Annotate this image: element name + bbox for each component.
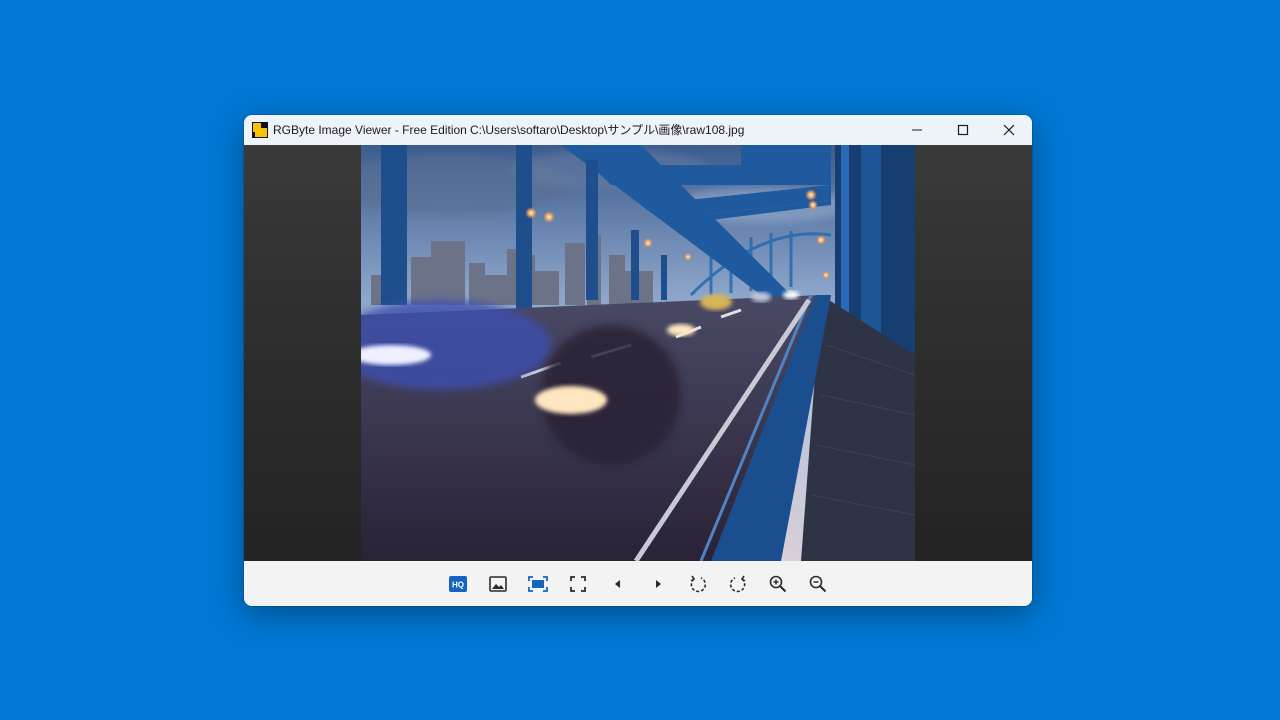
close-icon bbox=[1003, 124, 1015, 136]
maximize-button[interactable] bbox=[940, 115, 986, 145]
next-icon bbox=[656, 580, 661, 588]
rotate-left-button[interactable] bbox=[682, 568, 714, 600]
previous-icon bbox=[615, 580, 620, 588]
hq-icon: HQ bbox=[449, 576, 467, 592]
zoom-out-button[interactable] bbox=[802, 568, 834, 600]
file-path: C:\Users\softaro\Desktop\サンプル\画像\raw108.… bbox=[470, 123, 745, 137]
toolbar: HQ bbox=[244, 561, 1032, 606]
fullscreen-icon bbox=[570, 576, 586, 592]
fit-window-icon bbox=[528, 576, 548, 592]
rotate-right-button[interactable] bbox=[722, 568, 754, 600]
minimize-icon bbox=[912, 129, 922, 131]
fullscreen-button[interactable] bbox=[562, 568, 594, 600]
app-logo-icon bbox=[252, 122, 268, 138]
zoom-out-icon bbox=[809, 575, 827, 593]
image-viewer-window: RGByte Image Viewer - Free Edition C:\Us… bbox=[244, 115, 1032, 606]
previous-button[interactable] bbox=[602, 568, 634, 600]
title-bar[interactable]: RGByte Image Viewer - Free Edition C:\Us… bbox=[244, 115, 1032, 145]
maximize-icon bbox=[957, 124, 969, 136]
fit-to-window-button[interactable] bbox=[522, 568, 554, 600]
image-canvas[interactable] bbox=[244, 145, 1032, 561]
image-icon bbox=[489, 576, 507, 592]
zoom-in-button[interactable] bbox=[762, 568, 794, 600]
hq-button[interactable]: HQ bbox=[442, 568, 474, 600]
hq-label: HQ bbox=[452, 581, 464, 590]
rotate-right-icon bbox=[729, 575, 746, 593]
next-button[interactable] bbox=[642, 568, 674, 600]
zoom-in-icon bbox=[769, 575, 787, 593]
rotate-left-icon bbox=[690, 575, 707, 593]
image-button[interactable] bbox=[482, 568, 514, 600]
app-title: RGByte Image Viewer - Free Edition bbox=[273, 123, 467, 137]
close-button[interactable] bbox=[986, 115, 1032, 145]
minimize-button[interactable] bbox=[894, 115, 940, 145]
displayed-photo bbox=[361, 145, 915, 561]
